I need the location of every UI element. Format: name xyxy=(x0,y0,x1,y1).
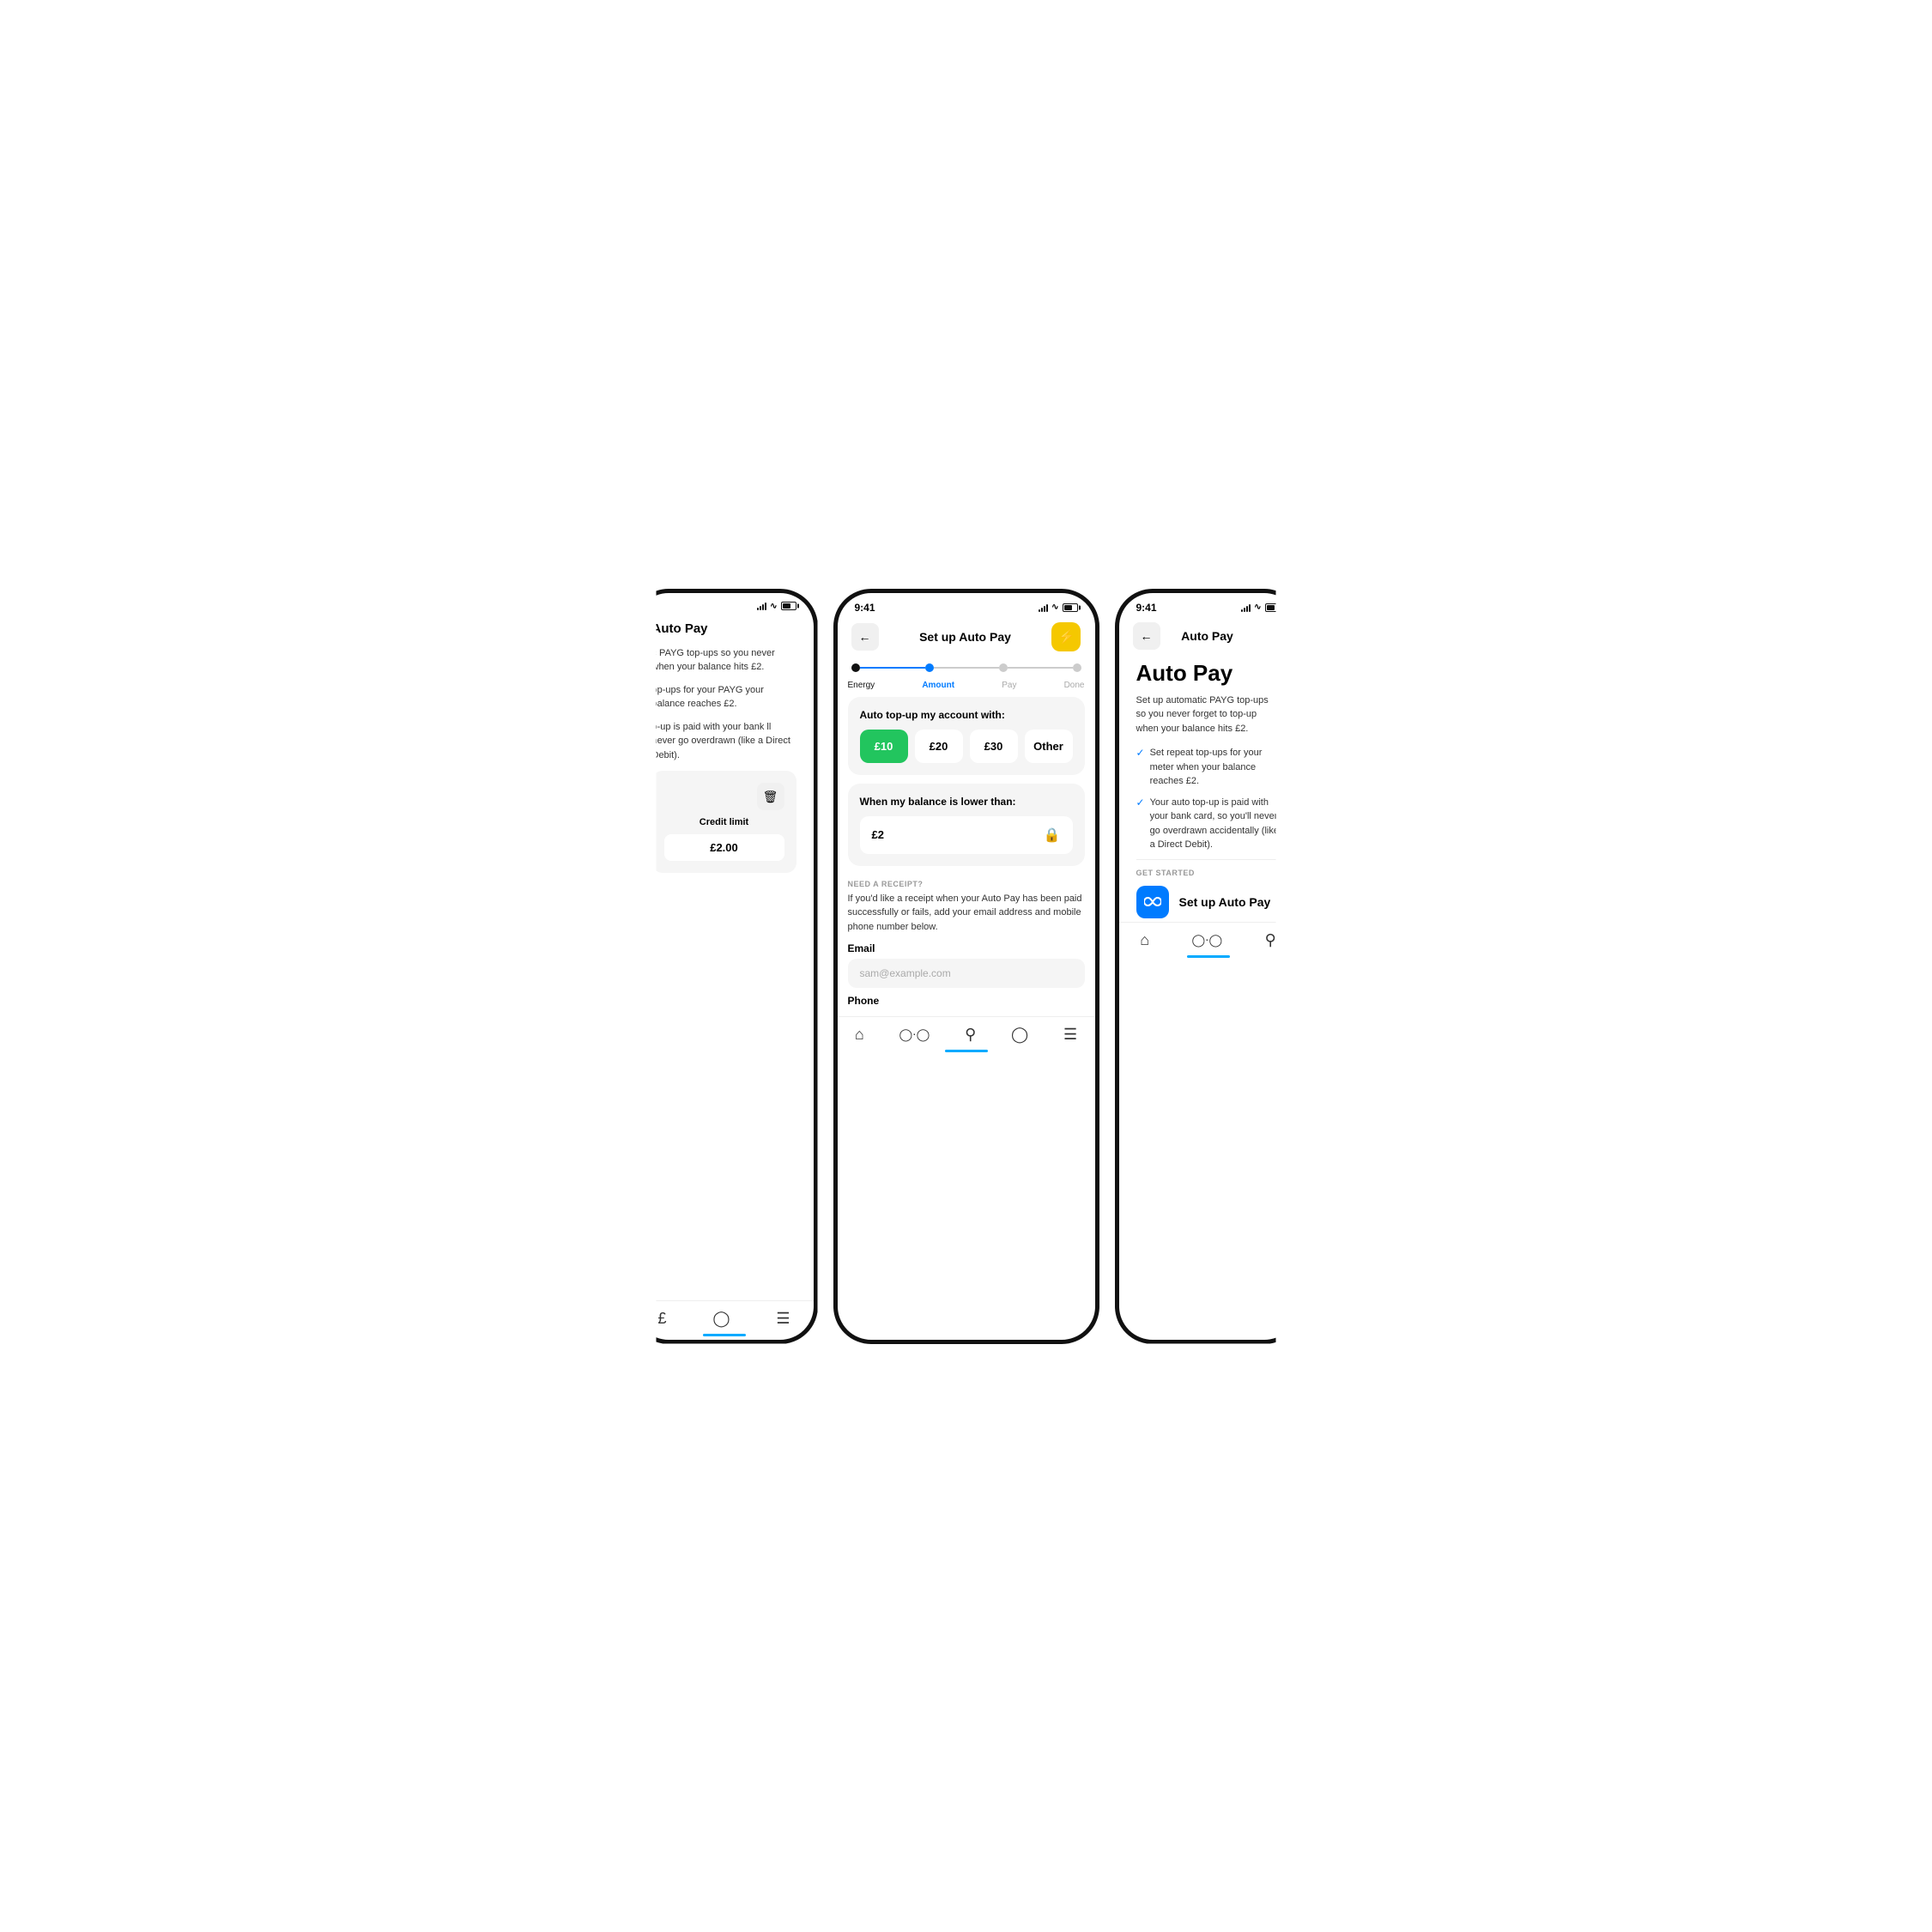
infinity-icon xyxy=(1136,886,1169,918)
credit-limit-label: Credit limit xyxy=(664,817,784,827)
balance-label: When my balance is lower than: xyxy=(860,796,1073,808)
step-dot-energy xyxy=(851,663,860,672)
setup-btn-label: Set up Auto Pay xyxy=(1179,895,1271,909)
step-line-3 xyxy=(1008,667,1073,669)
delete-icon[interactable]: 🗑 xyxy=(757,783,784,810)
nav-home-icon[interactable]: ⌂ xyxy=(855,1026,864,1044)
left-phone-content: Auto Pay c PAYG top-ups so you never whe… xyxy=(635,615,814,1300)
right-signal-icon xyxy=(1241,603,1251,612)
email-placeholder: sam@example.com xyxy=(860,967,951,979)
bolt-button[interactable]: ⚡ xyxy=(1051,622,1081,651)
step-dot-amount xyxy=(925,663,934,672)
step-dot-done xyxy=(1073,663,1081,672)
receipt-text: If you'd like a receipt when your Auto P… xyxy=(848,892,1085,935)
nav-account-icon[interactable]: ⚲ xyxy=(965,1026,976,1044)
nav-icon-pound[interactable]: £ xyxy=(657,1310,666,1328)
right-nav-usage-icon[interactable]: ◯⋅◯ xyxy=(1191,933,1222,948)
status-bar-right: 9:41 ∿ xyxy=(1119,593,1298,617)
canvas: ∿ Auto Pay c PAYG top-ups so you never w… xyxy=(537,537,1396,1396)
status-bar-left: ∿ xyxy=(635,593,814,615)
right-phone-content: Auto Pay Set up automatic PAYG top-ups s… xyxy=(1119,657,1298,922)
status-icons-left: ∿ xyxy=(757,602,796,611)
right-wifi-icon: ∿ xyxy=(1254,603,1261,612)
signal-icon xyxy=(757,602,766,610)
right-status-icons: ∿ xyxy=(1241,603,1280,612)
credit-limit-section: 🗑 Credit limit £2.00 xyxy=(652,771,796,873)
center-time: 9:41 xyxy=(855,602,875,614)
left-body-text-3: o-up is paid with your bank ll never go … xyxy=(652,720,796,763)
phone-label: Phone xyxy=(848,995,1085,1007)
right-nav-account-icon[interactable]: ⚲ xyxy=(1265,931,1276,949)
status-bar-center: 9:41 ∿ xyxy=(838,593,1095,617)
nav-menu-icon[interactable]: ☰ xyxy=(1063,1026,1077,1044)
phone-right: 9:41 ∿ ← Auto Pay xyxy=(1115,589,1302,1344)
progress-bar xyxy=(838,658,1095,681)
setup-autopay-button[interactable]: Set up Auto Pay xyxy=(1136,882,1281,922)
bottom-nav-center: ⌂ ◯⋅◯ ⚲ ◯ ☰ xyxy=(838,1016,1095,1056)
credit-limit-value: £2.00 xyxy=(664,834,784,861)
phone-center: 9:41 ∿ ← Set up Auto Pay ⚡ xyxy=(833,589,1099,1344)
right-battery-icon xyxy=(1265,603,1281,612)
check-item-2: ✓ Your auto top-up is paid with your ban… xyxy=(1136,796,1281,852)
nav-help-icon[interactable]: ◯ xyxy=(1011,1026,1028,1044)
lock-icon: 🔒 xyxy=(1044,827,1061,844)
phone-left: ∿ Auto Pay c PAYG top-ups so you never w… xyxy=(631,589,818,1344)
left-body-text-1: c PAYG top-ups so you never when your ba… xyxy=(652,646,796,675)
bottom-nav-left: £ ◯ ☰ xyxy=(635,1300,814,1340)
autopay-main-title: Auto Pay xyxy=(1136,660,1281,687)
right-back-arrow-icon: ← xyxy=(1141,629,1153,643)
check-text-1: Set repeat top-ups for your meter when y… xyxy=(1150,746,1281,789)
amount-btn-30[interactable]: £30 xyxy=(970,730,1018,763)
center-signal-icon xyxy=(1039,603,1048,612)
step-line-2 xyxy=(934,667,999,669)
center-page-title: Set up Auto Pay xyxy=(919,630,1011,644)
center-status-icons: ∿ xyxy=(1039,603,1077,612)
email-input[interactable]: sam@example.com xyxy=(848,959,1085,988)
right-page-title: Auto Pay xyxy=(1181,629,1233,643)
check-item-1: ✓ Set repeat top-ups for your meter when… xyxy=(1136,746,1281,789)
step-label-amount: Amount xyxy=(922,681,954,690)
step-label-done: Done xyxy=(1064,681,1085,690)
email-label: Email xyxy=(848,942,1085,954)
receipt-section-label: NEED A RECEIPT? xyxy=(848,880,1085,888)
check-mark-1: ✓ xyxy=(1136,747,1145,759)
wifi-icon: ∿ xyxy=(770,602,777,611)
nav-usage-icon[interactable]: ◯⋅◯ xyxy=(899,1027,930,1042)
nav-icon-help[interactable]: ◯ xyxy=(712,1310,730,1328)
balance-card: When my balance is lower than: £2 🔒 xyxy=(848,784,1085,866)
amount-btn-other[interactable]: Other xyxy=(1025,730,1073,763)
get-started-label: GET STARTED xyxy=(1136,859,1281,882)
step-line-1 xyxy=(860,667,925,669)
step-labels: Energy Amount Pay Done xyxy=(838,681,1095,697)
receipt-section: NEED A RECEIPT? If you'd like a receipt … xyxy=(838,875,1095,1017)
right-nav-home-icon[interactable]: ⌂ xyxy=(1140,931,1149,949)
amount-options: £10 £20 £30 Other xyxy=(860,730,1073,763)
balance-value: £2 xyxy=(872,828,884,841)
right-header-row: ← Auto Pay xyxy=(1119,617,1298,657)
check-text-2: Your auto top-up is paid with your bank … xyxy=(1150,796,1281,852)
balance-trigger: £2 🔒 xyxy=(860,816,1073,854)
center-battery-icon xyxy=(1063,603,1078,612)
check-mark-2: ✓ xyxy=(1136,796,1145,809)
auto-topup-label: Auto top-up my account with: xyxy=(860,709,1073,721)
center-header-row: ← Set up Auto Pay ⚡ xyxy=(838,617,1095,658)
battery-icon xyxy=(781,602,796,610)
back-button-right[interactable]: ← xyxy=(1133,622,1160,650)
nav-icon-menu[interactable]: ☰ xyxy=(776,1310,790,1328)
back-button-center[interactable]: ← xyxy=(851,623,879,651)
bolt-icon: ⚡ xyxy=(1058,628,1075,645)
step-dot-pay xyxy=(999,663,1008,672)
step-label-pay: Pay xyxy=(1002,681,1016,690)
bottom-nav-right: ⌂ ◯⋅◯ ⚲ xyxy=(1119,922,1298,961)
amount-btn-10[interactable]: £10 xyxy=(860,730,908,763)
back-arrow-icon: ← xyxy=(859,630,871,644)
center-wifi-icon: ∿ xyxy=(1051,603,1058,612)
amount-btn-20[interactable]: £20 xyxy=(915,730,963,763)
left-body-text-2: op-ups for your PAYG your balance reache… xyxy=(652,683,796,712)
amount-card: Auto top-up my account with: £10 £20 £30… xyxy=(848,697,1085,775)
left-header: Auto Pay xyxy=(652,615,796,646)
step-label-energy: Energy xyxy=(848,681,875,690)
autopay-desc: Set up automatic PAYG top-ups so you nev… xyxy=(1136,693,1281,736)
right-time: 9:41 xyxy=(1136,602,1157,614)
